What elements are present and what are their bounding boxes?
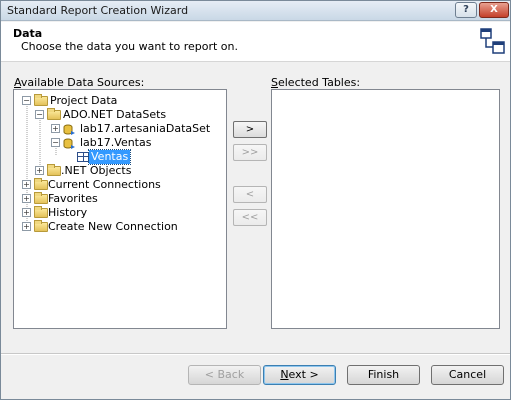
available-sources-tree[interactable]: − Project Data − ADO.NET DataSets + lab1… xyxy=(13,89,227,329)
page-subtitle: Choose the data you want to report on. xyxy=(21,40,238,53)
remove-table-button[interactable]: < xyxy=(233,186,267,203)
selected-tables-list[interactable] xyxy=(271,89,500,329)
folder-icon xyxy=(34,220,48,232)
available-sources-label: Available Data Sources: xyxy=(14,76,145,89)
folder-icon xyxy=(34,192,48,204)
folder-icon xyxy=(34,94,48,106)
collapse-icon[interactable]: − xyxy=(51,138,60,147)
folder-icon xyxy=(47,108,61,120)
folder-icon xyxy=(47,164,61,176)
expand-icon[interactable]: + xyxy=(22,180,31,189)
expand-icon[interactable]: + xyxy=(22,194,31,203)
data-wizard-icon xyxy=(480,28,505,54)
next-button[interactable]: Next > xyxy=(263,365,336,385)
window-title: Standard Report Creation Wizard xyxy=(7,4,189,17)
cancel-button[interactable]: Cancel xyxy=(431,365,504,385)
expand-icon[interactable]: + xyxy=(35,166,44,175)
add-table-button[interactable]: > xyxy=(233,121,267,138)
expand-icon[interactable]: + xyxy=(51,124,60,133)
help-button[interactable]: ? xyxy=(455,2,477,18)
collapse-icon[interactable]: − xyxy=(35,110,44,119)
selected-item-label: Ventas xyxy=(87,149,132,165)
dataset-icon xyxy=(63,138,75,149)
finish-button[interactable]: Finish xyxy=(347,365,420,385)
selected-tables-label: Selected Tables: xyxy=(271,76,361,89)
wizard-window: Standard Report Creation Wizard ? X Data… xyxy=(0,0,511,400)
folder-icon xyxy=(34,178,48,190)
wizard-header: Data Choose the data you want to report … xyxy=(1,22,510,62)
remove-all-tables-button[interactable]: << xyxy=(233,209,267,226)
add-all-tables-button[interactable]: >> xyxy=(233,144,267,161)
close-button[interactable]: X xyxy=(479,2,509,18)
folder-icon xyxy=(34,206,48,218)
footer-divider-highlight xyxy=(1,354,510,355)
dataset-icon xyxy=(63,124,75,135)
title-bar[interactable]: Standard Report Creation Wizard ? X xyxy=(1,1,510,21)
page-title: Data xyxy=(13,27,43,40)
table-icon xyxy=(77,152,89,162)
collapse-icon[interactable]: − xyxy=(22,96,31,105)
back-button[interactable]: < Back xyxy=(188,365,261,385)
expand-icon[interactable]: + xyxy=(22,222,31,231)
expand-icon[interactable]: + xyxy=(22,208,31,217)
